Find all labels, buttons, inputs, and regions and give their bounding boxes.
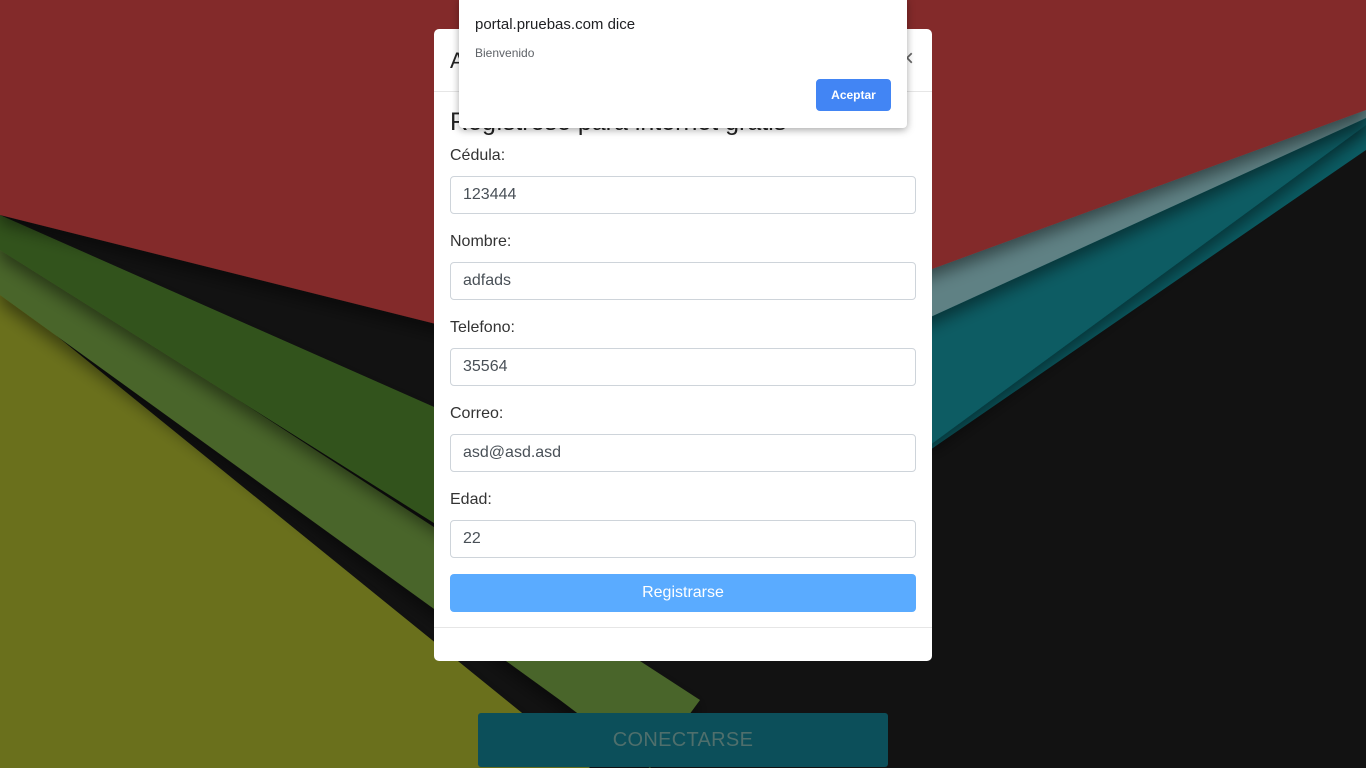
cedula-label: Cédula:	[450, 147, 506, 164]
edad-label: Edad:	[450, 491, 492, 508]
nombre-input[interactable]	[450, 262, 916, 300]
connect-button[interactable]: CONECTARSE	[478, 713, 888, 767]
alert-message: Bienvenido	[475, 46, 535, 60]
alert-title: portal.pruebas.com dice	[475, 16, 636, 33]
browser-alert-dialog: portal.pruebas.com dice Bienvenido Acept…	[459, 0, 907, 128]
register-button[interactable]: Registrarse	[450, 574, 916, 612]
edad-input[interactable]	[450, 520, 916, 558]
alert-ok-button[interactable]: Aceptar	[816, 79, 891, 111]
cedula-input[interactable]	[450, 176, 916, 214]
telefono-label: Telefono:	[450, 319, 515, 336]
nombre-label: Nombre:	[450, 233, 512, 250]
telefono-input[interactable]	[450, 348, 916, 386]
correo-input[interactable]	[450, 434, 916, 472]
modal-footer-divider	[434, 627, 932, 628]
correo-label: Correo:	[450, 405, 504, 422]
